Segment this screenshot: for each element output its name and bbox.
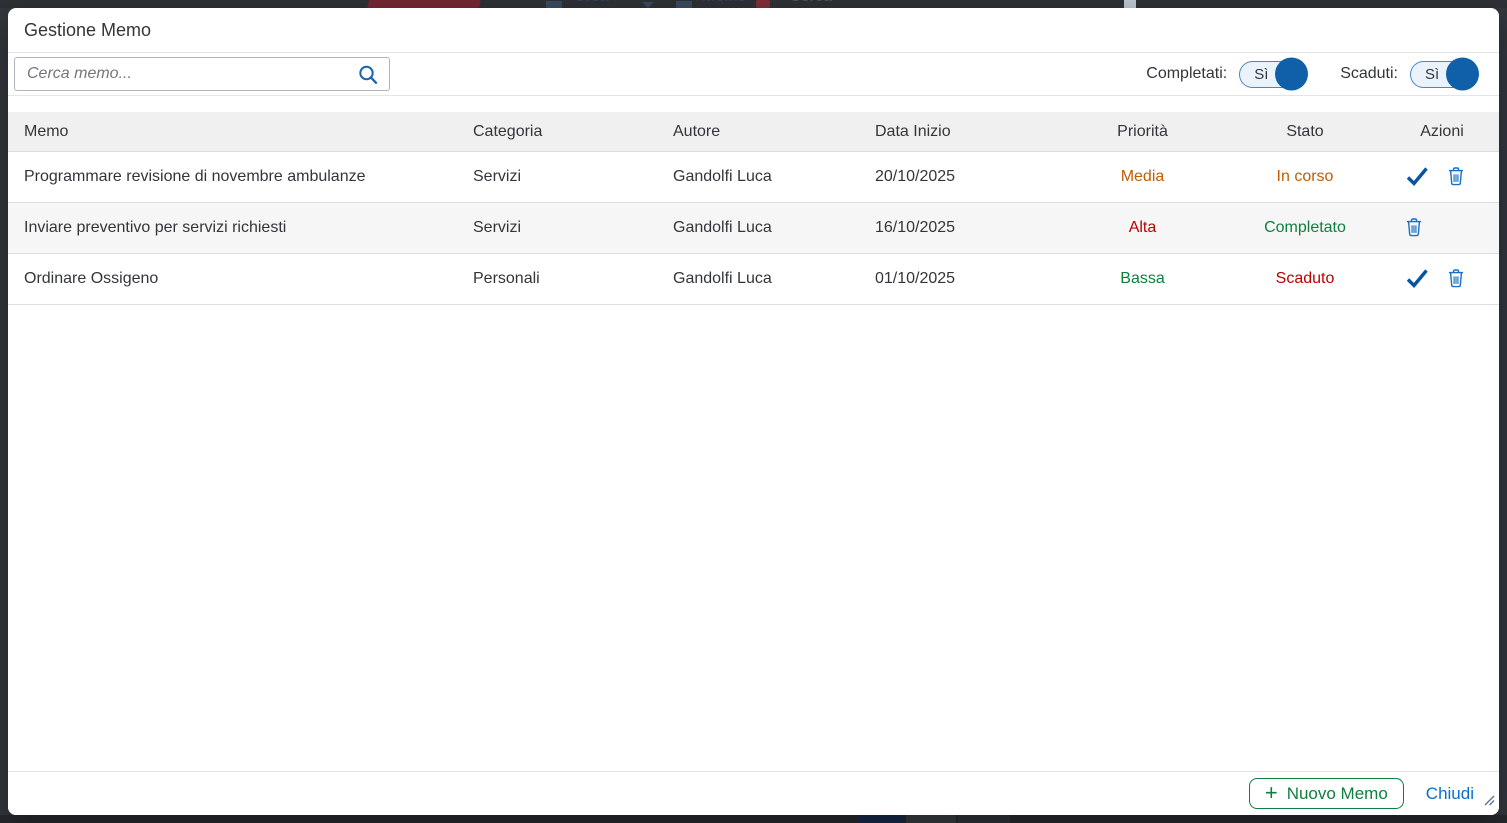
- background-gray-block: [906, 815, 956, 823]
- filter-completati: Completati: Sì: [1146, 61, 1310, 88]
- complete-memo-button[interactable]: [1404, 165, 1430, 190]
- trash-icon: [1446, 267, 1466, 292]
- completati-label: Completati:: [1146, 65, 1227, 83]
- plus-icon: +: [1265, 782, 1278, 804]
- background-toolbar-icon2: [676, 1, 692, 8]
- memo-cell: Inviare preventivo per servizi richiesti: [8, 219, 473, 237]
- complete-memo-button[interactable]: [1404, 267, 1430, 292]
- completati-toggle-state: Sì: [1254, 66, 1268, 83]
- column-header-categoria: Categoria: [473, 123, 673, 141]
- azioni-cell: [1385, 267, 1499, 292]
- background-gray-block2: [958, 815, 1010, 823]
- table-header-row: Memo Categoria Autore Data Inizio Priori…: [8, 112, 1499, 152]
- search-icon[interactable]: [357, 64, 379, 86]
- filter-scaduti: Scaduti: Sì: [1340, 61, 1481, 88]
- background-highlight: [1124, 0, 1136, 8]
- stato-cell: In corso: [1225, 168, 1385, 186]
- column-header-azioni: Azioni: [1385, 123, 1499, 141]
- delete-memo-button[interactable]: [1446, 165, 1466, 190]
- scaduti-toggle[interactable]: Sì: [1410, 61, 1471, 88]
- search-box[interactable]: [14, 57, 390, 91]
- nuovo-memo-button[interactable]: + Nuovo Memo: [1249, 778, 1404, 809]
- column-header-data-inizio: Data Inizio: [875, 123, 1060, 141]
- completati-toggle[interactable]: Sì: [1239, 61, 1300, 88]
- memo-cell: Ordinare Ossigeno: [8, 270, 473, 288]
- delete-memo-button[interactable]: [1446, 267, 1466, 292]
- check-icon: [1404, 267, 1430, 292]
- azioni-cell: [1385, 216, 1499, 241]
- scaduti-label: Scaduti:: [1340, 65, 1398, 83]
- autore-cell: Gandolfi Luca: [673, 168, 875, 186]
- search-input[interactable]: [15, 58, 389, 90]
- categoria-cell: Servizi: [473, 168, 673, 186]
- table-row: Inviare preventivo per servizi richiesti…: [8, 203, 1499, 254]
- background-menu-cerca: Cerca: [790, 0, 833, 6]
- chiudi-button[interactable]: Chiudi: [1426, 784, 1474, 804]
- column-header-autore: Autore: [673, 123, 875, 141]
- background-navy-block: [858, 815, 904, 823]
- azioni-cell: [1385, 165, 1499, 190]
- stato-cell: Completato: [1225, 219, 1385, 237]
- background-page-bottom: [0, 815, 1507, 823]
- dialog-header: Gestione Memo: [8, 8, 1499, 53]
- column-header-memo: Memo: [8, 123, 473, 141]
- background-badge: [756, 0, 770, 8]
- background-toolbar-icon: [546, 1, 562, 8]
- stato-cell: Scaduto: [1225, 270, 1385, 288]
- trash-icon: [1404, 216, 1424, 241]
- resize-grip[interactable]: [1483, 793, 1495, 811]
- scaduti-toggle-handle: [1446, 58, 1479, 91]
- data-inizio-cell: 20/10/2025: [875, 168, 1060, 186]
- dialog-title: Gestione Memo: [24, 20, 151, 41]
- dialog-toolbar: Completati: Sì Scaduti: Sì: [8, 53, 1499, 96]
- gestione-memo-dialog: Gestione Memo Completati: Sì Scaduti:: [8, 8, 1499, 815]
- autore-cell: Gandolfi Luca: [673, 219, 875, 237]
- nuovo-memo-label: Nuovo Memo: [1287, 784, 1388, 804]
- data-inizio-cell: 01/10/2025: [875, 270, 1060, 288]
- scaduti-toggle-state: Sì: [1425, 66, 1439, 83]
- background-menu-crea: Crea: [574, 0, 609, 6]
- trash-icon: [1446, 165, 1466, 190]
- data-inizio-cell: 16/10/2025: [875, 219, 1060, 237]
- column-header-stato: Stato: [1225, 123, 1385, 141]
- background-page-top: Crea Memo Cerca: [0, 0, 1507, 8]
- check-icon: [1404, 165, 1430, 190]
- categoria-cell: Servizi: [473, 219, 673, 237]
- table-row: Programmare revisione di novembre ambula…: [8, 152, 1499, 203]
- categoria-cell: Personali: [473, 270, 673, 288]
- memo-table: Memo Categoria Autore Data Inizio Priori…: [8, 112, 1499, 305]
- column-header-priorita: Priorità: [1060, 123, 1225, 141]
- dialog-footer: + Nuovo Memo Chiudi: [8, 771, 1499, 815]
- priorita-cell: Media: [1060, 168, 1225, 186]
- background-menu-memo: Memo: [702, 0, 746, 6]
- background-logo: [367, 0, 481, 8]
- delete-memo-button[interactable]: [1404, 216, 1424, 241]
- completati-toggle-handle: [1275, 58, 1308, 91]
- autore-cell: Gandolfi Luca: [673, 270, 875, 288]
- filter-toggles: Completati: Sì Scaduti: Sì: [1146, 61, 1481, 88]
- memo-cell: Programmare revisione di novembre ambula…: [8, 168, 473, 186]
- priorita-cell: Alta: [1060, 219, 1225, 237]
- table-row: Ordinare Ossigeno Personali Gandolfi Luc…: [8, 254, 1499, 305]
- priorita-cell: Bassa: [1060, 270, 1225, 288]
